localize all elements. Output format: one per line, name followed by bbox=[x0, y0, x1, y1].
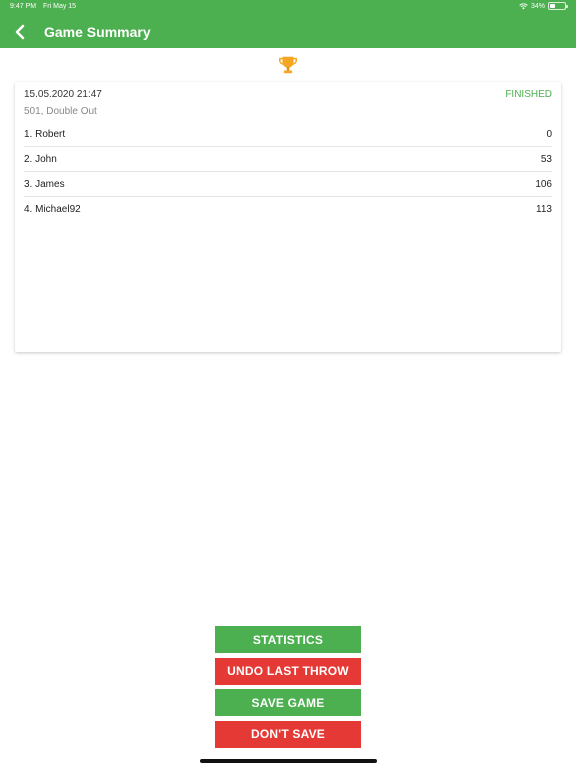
game-status-badge: FINISHED bbox=[505, 89, 552, 100]
status-right: 34% bbox=[519, 2, 568, 10]
battery-icon bbox=[548, 2, 568, 10]
statistics-button[interactable]: STATISTICS bbox=[215, 626, 361, 653]
home-indicator[interactable] bbox=[200, 759, 377, 763]
player-name: 2. John bbox=[24, 153, 57, 165]
player-score: 53 bbox=[540, 153, 552, 165]
trophy-icon bbox=[279, 56, 297, 74]
player-score: 0 bbox=[546, 128, 552, 140]
wifi-icon bbox=[519, 2, 528, 9]
player-row: 4. Michael92 113 bbox=[24, 197, 552, 222]
game-mode: 501, Double Out bbox=[24, 106, 97, 117]
game-datetime: 15.05.2020 21:47 bbox=[24, 89, 102, 100]
player-row: 3. James 106 bbox=[24, 172, 552, 197]
undo-last-throw-button[interactable]: UNDO LAST THROW bbox=[215, 657, 361, 685]
player-list: 1. Robert 0 2. John 53 3. James 106 4. M… bbox=[15, 122, 561, 222]
save-game-button[interactable]: SAVE GAME bbox=[215, 689, 361, 716]
status-time: 9:47 PM bbox=[10, 3, 37, 10]
status-bar: 9:47 PM Fri May 15 34% bbox=[0, 0, 576, 14]
player-score: 113 bbox=[536, 204, 552, 215]
player-name: 4. Michael92 bbox=[24, 204, 81, 215]
player-name: 3. James bbox=[24, 178, 65, 190]
page-title: Game Summary bbox=[44, 24, 151, 40]
player-row: 1. Robert 0 bbox=[24, 122, 552, 147]
action-buttons: STATISTICS UNDO LAST THROW SAVE GAME DON… bbox=[215, 626, 361, 752]
player-name: 1. Robert bbox=[24, 128, 66, 140]
dont-save-button[interactable]: DON'T SAVE bbox=[215, 720, 361, 748]
game-summary-card: 15.05.2020 21:47 FINISHED 501, Double Ou… bbox=[15, 82, 561, 352]
player-row: 2. John 53 bbox=[24, 147, 552, 172]
app-header: 9:47 PM Fri May 15 34% Game Summary bbox=[0, 0, 576, 48]
player-score: 106 bbox=[535, 178, 552, 190]
chevron-left-icon bbox=[15, 24, 25, 40]
back-button[interactable] bbox=[10, 22, 30, 42]
battery-percentage: 34% bbox=[530, 2, 545, 10]
status-date: Fri May 15 bbox=[43, 3, 77, 10]
